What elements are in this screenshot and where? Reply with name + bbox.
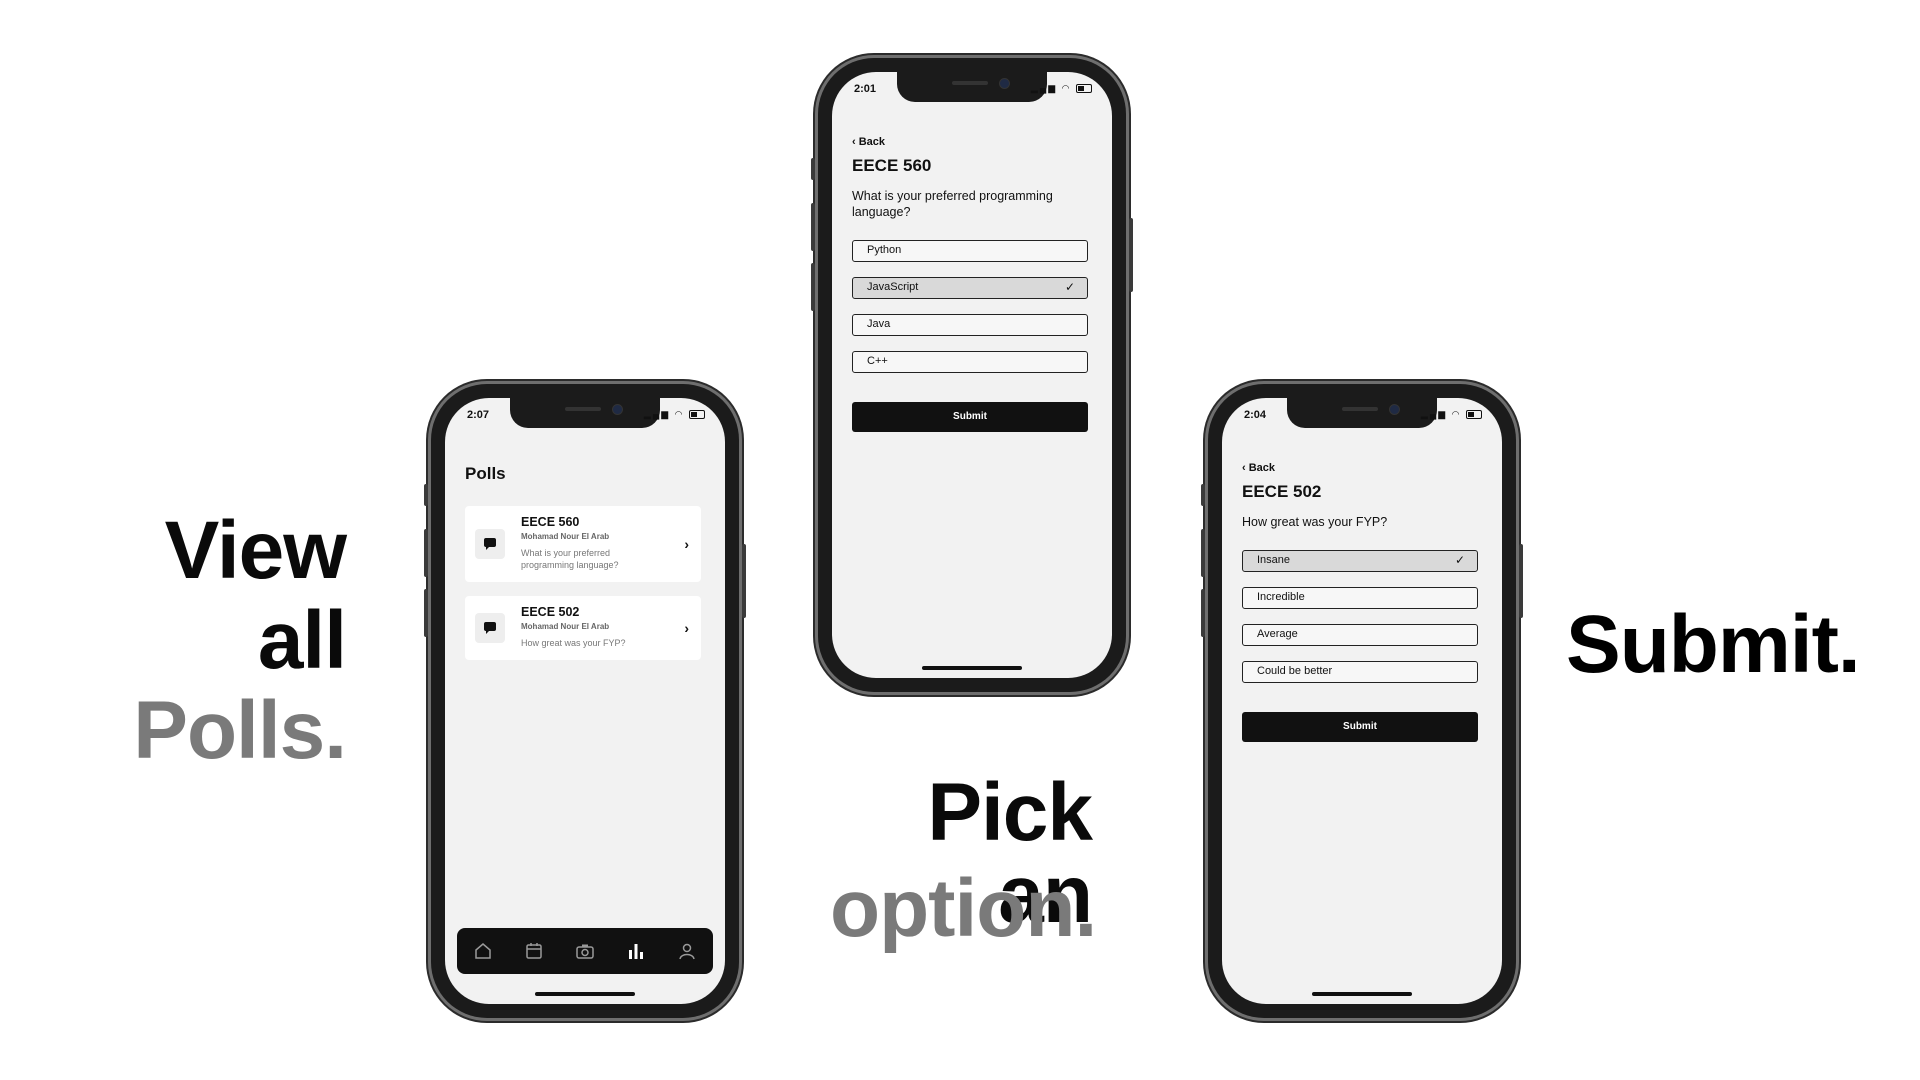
back-label: Back [858, 136, 886, 148]
option-label: Python [867, 244, 902, 256]
option-label: Average [1257, 628, 1298, 640]
caption-line: Polls. [133, 685, 347, 776]
phone-pick-option: 2:01 ▂▄▆ ◠ ‹ Back EECE 560 What is your … [811, 58, 1133, 692]
polls-icon[interactable] [625, 940, 647, 962]
option-cpp[interactable]: C++ [852, 351, 1088, 373]
notch [897, 72, 1047, 102]
option-javascript[interactable]: JavaScript ✓ [852, 277, 1088, 299]
chevron-left-icon: ‹ [1242, 462, 1249, 474]
option-label: Incredible [1257, 591, 1305, 603]
option-label: JavaScript [867, 281, 919, 293]
poll-question: How great was your FYP? [1242, 515, 1388, 529]
poll-author: Mohamad Nour El Arab [521, 622, 610, 631]
caption-view-all-polls: View all Polls. [133, 505, 347, 780]
caption-pick-option: Pick an option. [830, 767, 1097, 964]
caption-line: option. [830, 863, 1097, 954]
chat-bubble-icon [475, 613, 505, 643]
option-insane[interactable]: Insane ✓ [1242, 550, 1478, 572]
screen: 2:01 ▂▄▆ ◠ ‹ Back EECE 560 What is your … [832, 72, 1112, 678]
status-icons: ▂▄▆ ◠ [644, 409, 705, 420]
caption-line: View [164, 505, 347, 596]
poll-question: What is your preferred programming langu… [852, 189, 1053, 219]
caption-submit: Submit. [1566, 599, 1861, 690]
phone-submit: 2:04 ▂▄▆ ◠ ‹ Back EECE 502 How great was… [1201, 384, 1523, 1018]
submit-button[interactable]: Submit [1242, 712, 1478, 742]
poll-title: EECE 502 [1242, 482, 1322, 501]
status-time: 2:07 [467, 409, 490, 421]
caption-line: all [257, 595, 347, 686]
poll-question: What is your preferred programming langu… [521, 548, 619, 570]
poll-title: EECE 502 [521, 605, 580, 619]
back-button[interactable]: ‹ Back [852, 136, 885, 148]
option-python[interactable]: Python [852, 240, 1088, 262]
calendar-icon[interactable] [523, 940, 545, 962]
poll-question: How great was your FYP? [521, 638, 626, 648]
poll-author: Mohamad Nour El Arab [521, 532, 610, 541]
chevron-right-icon: › [684, 536, 689, 552]
profile-icon[interactable] [676, 940, 698, 962]
status-time: 2:01 [854, 83, 877, 95]
option-label: Java [867, 318, 891, 330]
poll-card[interactable]: EECE 560 Mohamad Nour El Arab What is yo… [465, 506, 701, 582]
home-icon[interactable] [472, 940, 494, 962]
notch [510, 398, 660, 428]
home-indicator [922, 666, 1022, 670]
notch [1287, 398, 1437, 428]
chevron-left-icon: ‹ [852, 136, 859, 148]
option-could-be-better[interactable]: Could be better [1242, 661, 1478, 683]
option-label: Could be better [1257, 665, 1333, 677]
option-label: Insane [1257, 554, 1291, 566]
camera-icon[interactable] [574, 940, 596, 962]
chat-bubble-icon [475, 529, 505, 559]
poll-title: EECE 560 [852, 156, 932, 175]
option-average[interactable]: Average [1242, 624, 1478, 646]
home-indicator [1312, 992, 1412, 996]
chevron-right-icon: › [684, 620, 689, 636]
screen: 2:04 ▂▄▆ ◠ ‹ Back EECE 502 How great was… [1222, 398, 1502, 1004]
option-java[interactable]: Java [852, 314, 1088, 336]
battery-icon [689, 410, 705, 420]
bottom-tab-bar [457, 928, 713, 974]
battery-icon [1466, 410, 1482, 420]
checkmark-icon: ✓ [1454, 553, 1465, 567]
caption-line: Pick an [927, 767, 1093, 940]
phone-polls-list: 2:07 ▂▄▆ ◠ Polls EECE 560 Mohamad Nour E… [424, 384, 746, 1018]
checkmark-icon: ✓ [1064, 280, 1075, 294]
status-icons: ▂▄▆ ◠ [1421, 409, 1482, 420]
home-indicator [535, 992, 635, 996]
back-button[interactable]: ‹ Back [1242, 462, 1275, 474]
back-label: Back [1248, 462, 1276, 474]
battery-icon [1076, 84, 1092, 94]
poll-card[interactable]: EECE 502 Mohamad Nour El Arab How great … [465, 596, 701, 660]
option-label: C++ [867, 355, 888, 367]
submit-button[interactable]: Submit [852, 402, 1088, 432]
option-incredible[interactable]: Incredible [1242, 587, 1478, 609]
screen: 2:07 ▂▄▆ ◠ Polls EECE 560 Mohamad Nour E… [445, 398, 725, 1004]
status-icons: ▂▄▆ ◠ [1031, 83, 1092, 94]
status-time: 2:04 [1244, 409, 1267, 421]
page-title: Polls [465, 464, 506, 483]
poll-title: EECE 560 [521, 515, 580, 529]
